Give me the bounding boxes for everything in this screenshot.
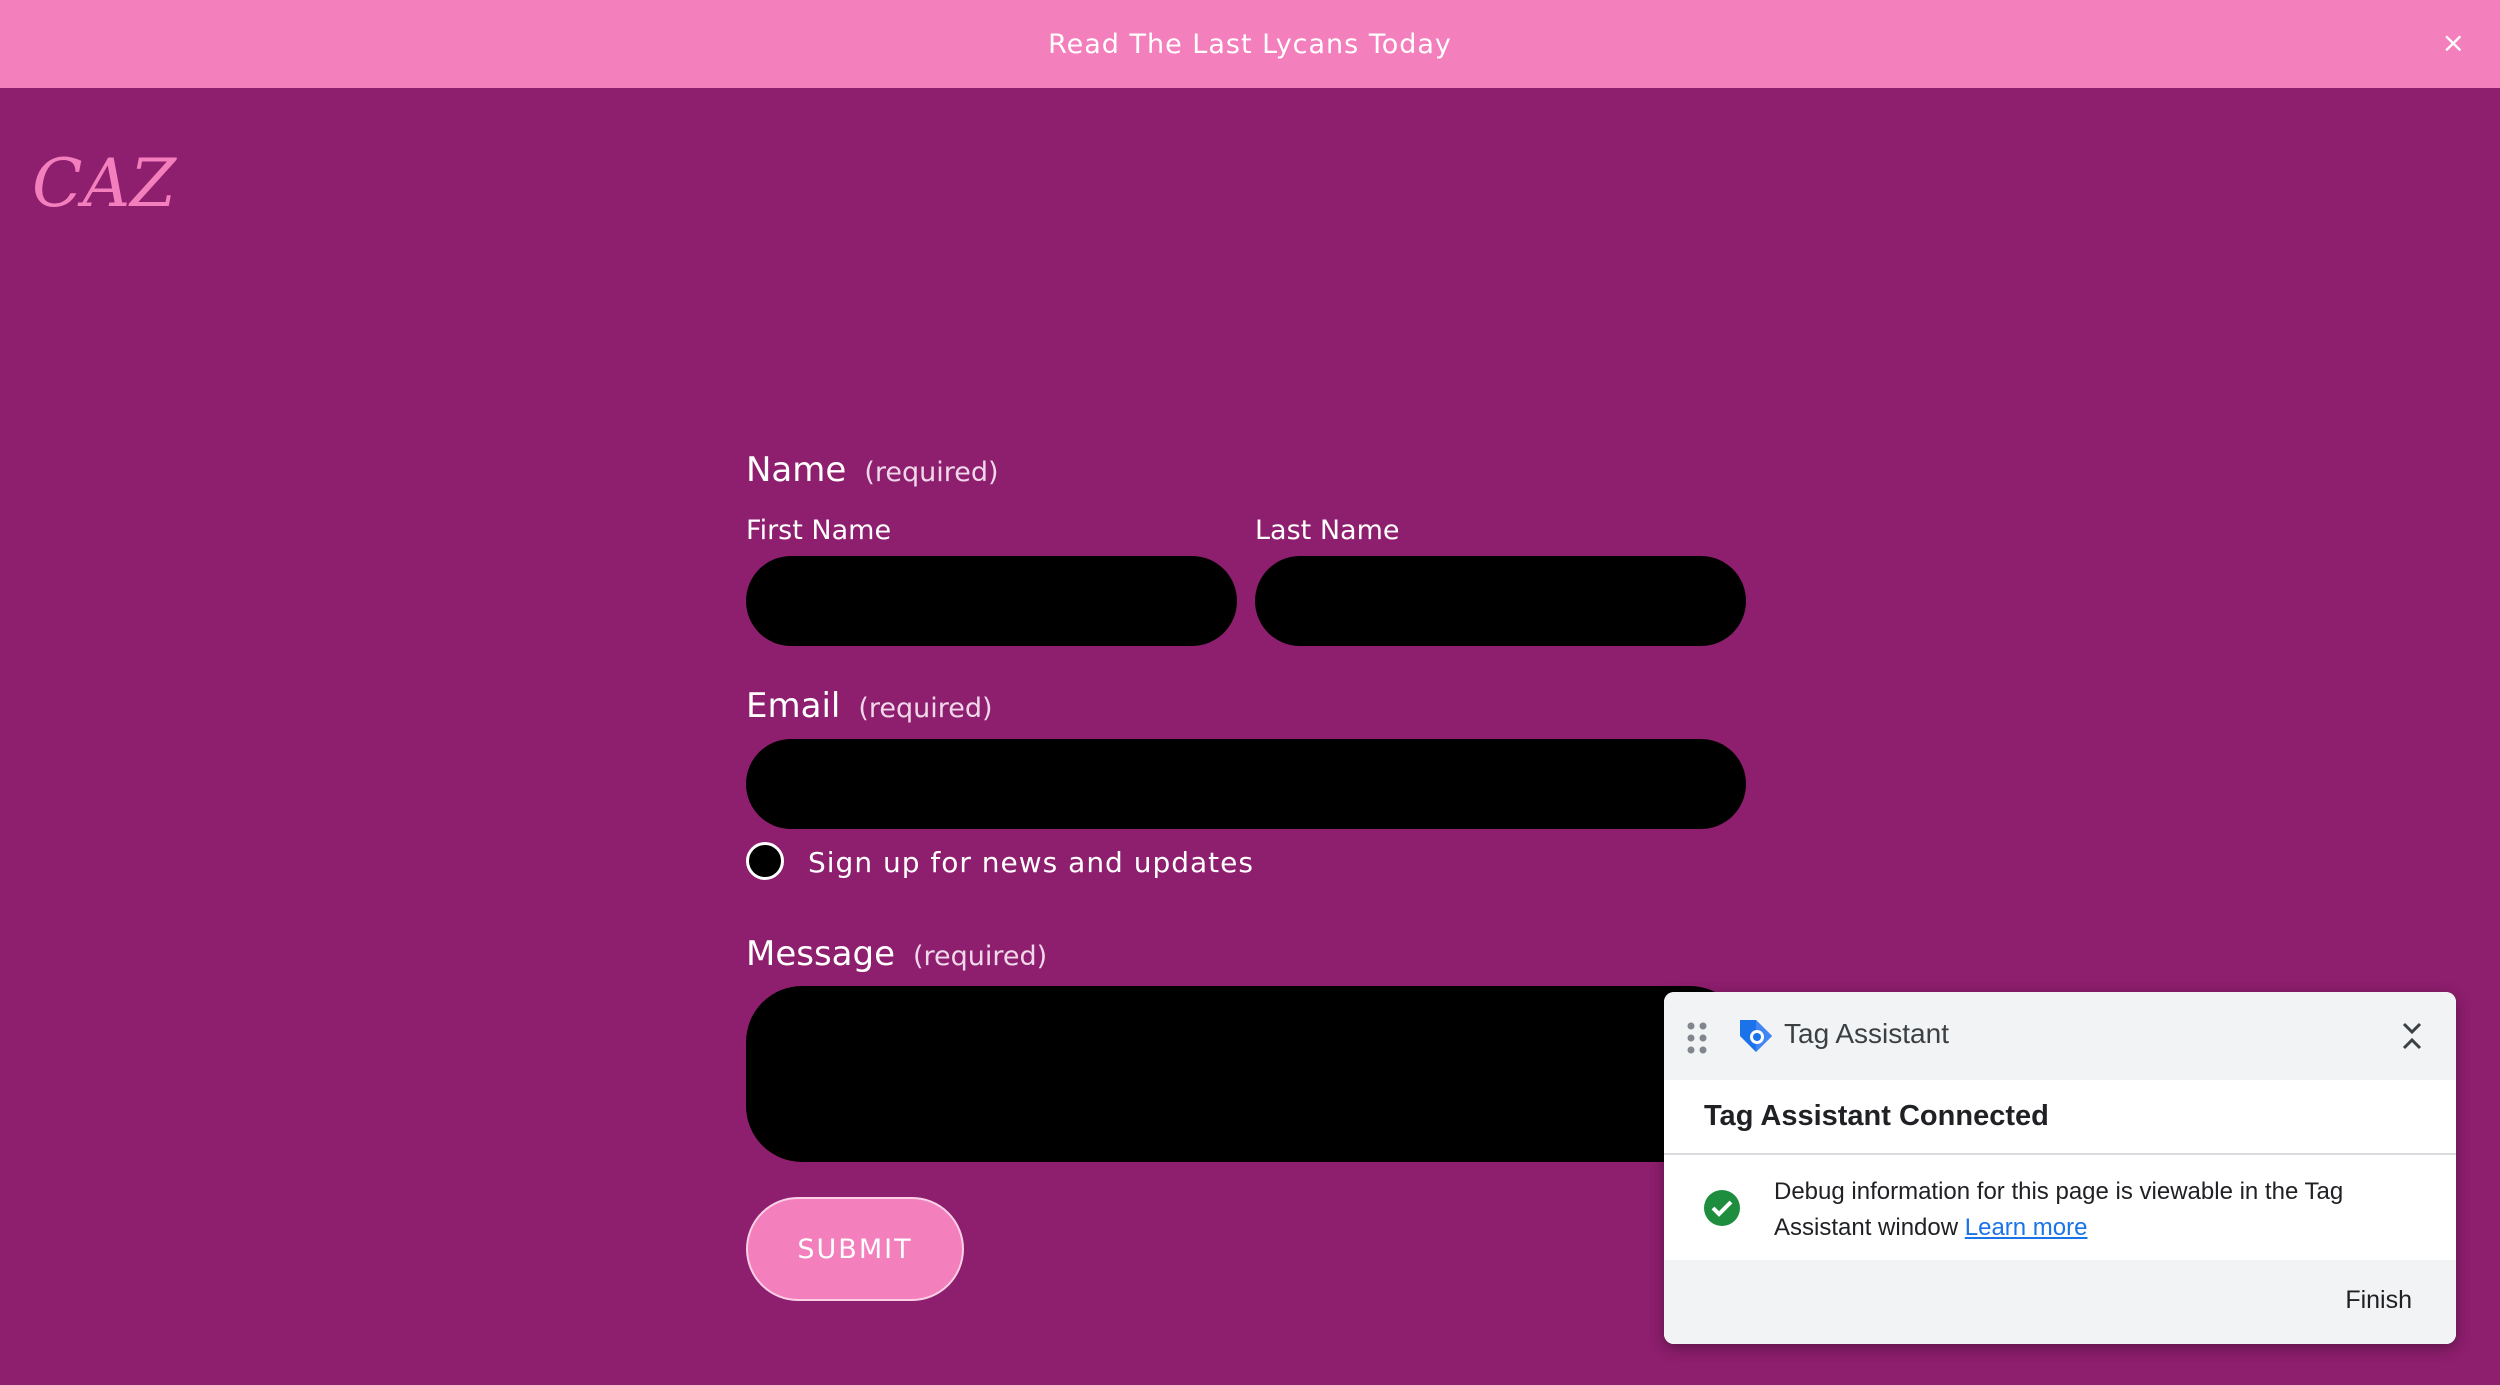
last-name-label: Last Name: [1255, 515, 1400, 546]
drag-handle-icon[interactable]: [1686, 1022, 1708, 1054]
banner-text[interactable]: Read The Last Lycans Today: [1048, 29, 1452, 60]
message-field-title: Message (required): [746, 934, 1047, 974]
tag-assistant-logo-icon: [1740, 1020, 1772, 1052]
collapse-icon[interactable]: [2398, 1018, 2426, 1054]
tag-assistant-title: Tag Assistant: [1784, 1018, 1949, 1049]
first-name-input[interactable]: [746, 556, 1237, 646]
tag-assistant-message: Debug information for this page is viewa…: [1774, 1174, 2414, 1246]
last-name-input[interactable]: [1255, 556, 1746, 646]
divider: [1664, 1153, 2456, 1155]
name-required: (required): [864, 457, 999, 488]
submit-button[interactable]: SUBMIT: [746, 1197, 964, 1301]
close-icon[interactable]: ×: [2442, 26, 2465, 59]
email-required: (required): [858, 693, 993, 724]
site-logo[interactable]: CAZ: [28, 140, 198, 230]
email-input[interactable]: [746, 739, 1746, 829]
learn-more-link[interactable]: Learn more: [1965, 1214, 2088, 1241]
signup-label[interactable]: Sign up for news and updates: [808, 846, 1254, 879]
name-label: Name: [746, 450, 847, 490]
tag-assistant-header: Tag Assistant: [1664, 992, 2456, 1080]
logo-text: CAZ: [32, 145, 177, 222]
tag-assistant-panel: Tag Assistant Tag Assistant Connected De…: [1664, 992, 2456, 1344]
email-label: Email: [746, 686, 841, 726]
message-required: (required): [913, 941, 1048, 972]
logo-script-mark: CAZ: [32, 145, 177, 222]
announcement-banner[interactable]: Read The Last Lycans Today ×: [0, 0, 2500, 88]
tag-assistant-footer: Finish: [1664, 1260, 2456, 1344]
signup-checkbox[interactable]: [746, 842, 784, 880]
name-field-title: Name (required): [746, 450, 999, 490]
message-label: Message: [746, 934, 896, 974]
check-circle-icon: [1704, 1190, 1740, 1226]
first-name-label: First Name: [746, 515, 892, 546]
tag-assistant-heading: Tag Assistant Connected: [1704, 1100, 2049, 1132]
email-field-title: Email (required): [746, 686, 993, 726]
finish-button[interactable]: Finish: [2345, 1286, 2412, 1315]
message-textarea[interactable]: [746, 986, 1746, 1162]
